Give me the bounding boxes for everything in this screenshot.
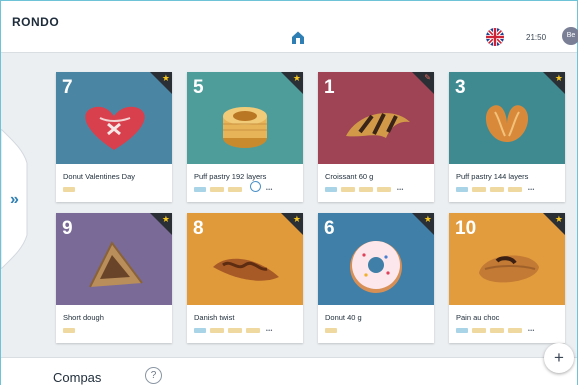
recipe-name: Donut Valentines Day [63,172,135,181]
recipe-number: 10 [455,218,477,239]
rondo-logo[interactable]: RONDO [12,15,59,30]
recipe-tag [472,187,486,192]
recipe-name: Short dough [63,313,104,322]
recipe-tag [63,328,75,333]
footer-title: Compas [53,370,102,385]
recipe-tag [228,187,242,192]
recipe-card[interactable]: 9 ★ Short dough [56,213,172,343]
recipe-tag [377,187,391,192]
pin-icon[interactable]: ✎ [424,73,431,82]
sidebar-tab-shape [1,129,28,269]
recipe-card[interactable]: 3 ★ Puff pastry 144 layers ••• [449,72,565,202]
sidebar-toggle[interactable]: » [1,129,37,269]
recipe-card[interactable]: 1 ✎ Croissant 60 g ••• [318,72,434,202]
more-icon[interactable]: ••• [266,187,273,193]
app-screen: RONDO 21:50 Be » 7 ★ Donut Valentines Day 5… [0,0,578,385]
recipe-card[interactable]: 7 ★ Donut Valentines Day [56,72,172,202]
recipe-tag [325,328,337,333]
help-icon[interactable]: ? [145,367,162,384]
favorite-star-icon[interactable]: ★ [555,214,563,225]
recipe-name: Donut 40 g [325,313,362,322]
recipe-tag [508,328,522,333]
recipe-name: Danish twist [194,313,235,322]
more-icon[interactable]: ••• [528,187,535,193]
clock: 21:50 [526,33,547,42]
recipe-number: 7 [62,77,73,98]
recipe-tag [325,187,337,192]
recipe-number: 1 [324,77,335,98]
timer-icon [250,181,261,192]
add-button[interactable]: + [544,343,574,373]
recipe-name: Puff pastry 192 layers [194,172,267,181]
recipe-tag [490,187,504,192]
recipe-tag [194,187,206,192]
recipe-tag [341,187,355,192]
recipe-name: Puff pastry 144 layers [456,172,529,181]
recipe-number: 9 [62,218,73,239]
recipe-tag [472,328,486,333]
recipe-card[interactable]: 6 ★ Donut 40 g [318,213,434,343]
recipe-card[interactable]: 10 ★ Pain au choc ••• [449,213,565,343]
footer-bar: Compas ? [1,357,577,385]
recipe-tag [246,328,260,333]
favorite-star-icon[interactable]: ★ [293,214,301,225]
recipe-number: 3 [455,77,466,98]
logo-wordmark: RONDO [12,15,60,29]
recipe-tag [359,187,373,192]
recipe-name: Pain au choc [456,313,500,322]
uk-flag-icon[interactable] [486,28,504,46]
recipe-card[interactable]: 5 ★ Puff pastry 192 layers ••• [187,72,303,202]
recipe-tag [508,187,522,192]
favorite-star-icon[interactable]: ★ [424,214,432,225]
favorite-star-icon[interactable]: ★ [555,73,563,84]
recipe-tag [228,328,242,333]
recipe-tag [194,328,206,333]
double-chevron-right-icon: » [10,191,19,208]
recipe-tag [490,328,504,333]
recipe-tag [210,328,224,333]
more-icon[interactable]: ••• [266,328,273,334]
more-icon[interactable]: ••• [397,187,404,193]
top-bar: RONDO 21:50 Be [1,1,578,53]
recipe-number: 5 [193,77,204,98]
recipe-tag [63,187,75,192]
recipe-tag [210,187,224,192]
favorite-star-icon[interactable]: ★ [162,73,170,84]
more-icon[interactable]: ••• [528,328,535,334]
user-avatar[interactable]: Be [562,27,578,45]
home-icon[interactable] [290,29,306,45]
recipe-name: Croissant 60 g [325,172,374,181]
recipe-tag [456,187,468,192]
recipe-tag [456,328,468,333]
recipe-card[interactable]: 8 ★ Danish twist ••• [187,213,303,343]
recipe-number: 6 [324,218,335,239]
favorite-star-icon[interactable]: ★ [162,214,170,225]
favorite-star-icon[interactable]: ★ [293,73,301,84]
recipe-number: 8 [193,218,204,239]
